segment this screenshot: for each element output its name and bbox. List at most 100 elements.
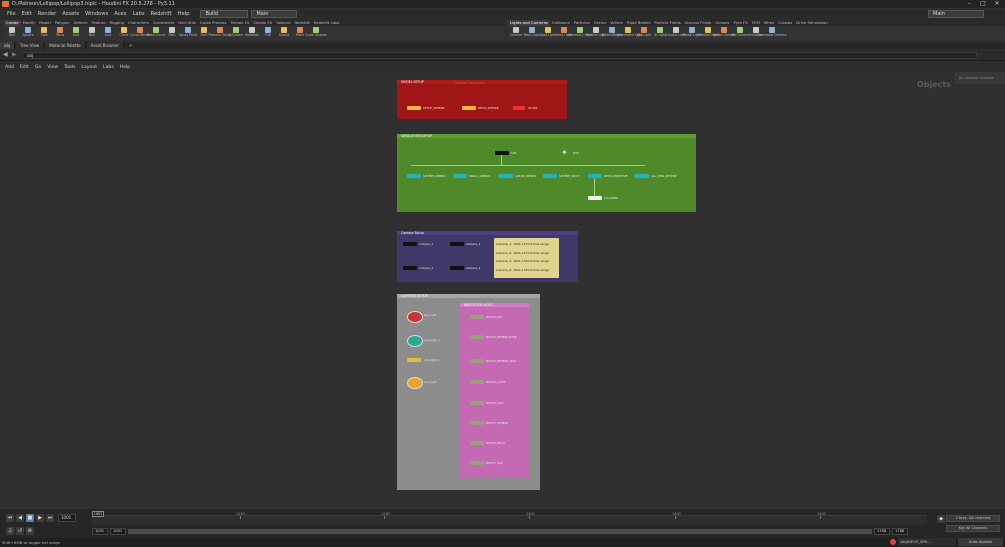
shelf-tool-gamepad-camera[interactable]: Gamepad Camera (758, 26, 787, 40)
menu-help[interactable]: Help (175, 9, 193, 19)
menu-aces[interactable]: Aces (111, 9, 129, 19)
range-start-field[interactable]: 1001 (92, 528, 108, 535)
node-collider[interactable] (588, 196, 602, 200)
pane-tab-obj[interactable]: obj (0, 42, 16, 49)
frame-marker[interactable]: 1001 (92, 511, 104, 517)
menu-file[interactable]: File (4, 9, 19, 19)
pane-tab-asset-browser[interactable]: Asset Browser (86, 42, 125, 49)
range-slider[interactable] (128, 529, 872, 534)
keys-channels-button[interactable]: 0 keys, 0/0 channels (946, 515, 1000, 522)
sun-light-icon[interactable] (407, 377, 423, 389)
play-icon[interactable]: ▶ (36, 514, 44, 522)
node-setup-sphere[interactable] (407, 106, 421, 110)
maximize-button[interactable]: □ (976, 0, 990, 8)
ne-menu-view[interactable]: View (44, 65, 61, 70)
context-select[interactable]: Main (251, 10, 298, 18)
rim-light-node[interactable] (407, 358, 421, 362)
netbox-match-for-light[interactable]: MATCH FOR LIGHT MATCH_KEY MATCH_SPHERE_B… (460, 303, 529, 477)
menu-redshift[interactable]: Redshift (148, 9, 175, 19)
shelf-tool-null[interactable]: Null (84, 26, 100, 40)
timeline-ruler[interactable]: 1001 1120 1200 1300 1400 1500 (92, 511, 927, 525)
match-node[interactable] (470, 380, 484, 384)
shelf-tool-camera[interactable]: Camera (508, 26, 524, 40)
node-sim[interactable] (495, 151, 509, 155)
shelf-tool-spot-light[interactable]: Spot Light (540, 26, 556, 40)
ne-menu-tools[interactable]: Tools (61, 65, 78, 70)
ne-menu-go[interactable]: Go (32, 65, 44, 70)
sticky-note[interactable]: Camera_1: 1001-1170 frame range Camera_2… (494, 238, 559, 278)
node-deco-primitive[interactable] (588, 174, 602, 178)
node-camera-1[interactable] (403, 242, 417, 246)
node-camera-3[interactable] (403, 266, 417, 270)
add-tab-icon[interactable]: + (125, 42, 136, 49)
shelf-tool-file[interactable]: File (260, 26, 276, 40)
ne-menu-edit[interactable]: Edit (17, 65, 32, 70)
forward-arrow-icon[interactable]: ▶ (12, 51, 17, 58)
menu-render[interactable]: Render (35, 9, 59, 19)
shelf-tool-sky-light[interactable]: Sky Light (636, 26, 652, 40)
shelf-tool-point-light[interactable]: Point Light (524, 26, 540, 40)
node-deco-sphere[interactable] (462, 106, 476, 110)
error-icon[interactable] (890, 539, 896, 545)
shelf-tool-tube[interactable]: Tube (36, 26, 52, 40)
shelf-tool-stereo-camera[interactable]: Stereo Camera (712, 26, 736, 40)
shelf-tool-platonic-solids[interactable]: Platonic Solids (208, 26, 232, 40)
key-icon[interactable]: ◆ (937, 515, 945, 523)
range-end-field-2[interactable]: 1788 (892, 528, 908, 535)
netbox-model-setup[interactable]: MODEL SETUP Render Geometry SETUP_SPHERE… (397, 80, 567, 119)
step-back-icon[interactable]: ◀ (16, 514, 24, 522)
shelf-tool-grid[interactable]: Grid (68, 26, 84, 40)
netbox-lighting-setup[interactable]: LIGHTING SETUP key_light env_light_1 rim… (397, 294, 540, 490)
match-node[interactable] (470, 335, 484, 339)
stop-icon[interactable]: ■ (26, 514, 34, 522)
env-light-icon[interactable] (407, 335, 423, 347)
node-camera-4[interactable] (450, 266, 464, 270)
node-store[interactable] (513, 106, 525, 110)
node-all-sims-sphere[interactable] (635, 174, 649, 178)
desktop-select[interactable]: Build (200, 10, 249, 18)
netbox-simulation-setup[interactable]: SIMULATION SETUP SIM ✦ DOP SPHERE_DEBRIS… (397, 134, 696, 212)
shelf-tool-torus[interactable]: Torus (52, 26, 68, 40)
ne-menu-add[interactable]: Add (2, 65, 17, 70)
ne-menu-labs[interactable]: Labs (100, 65, 117, 70)
key-light-icon[interactable] (407, 311, 423, 323)
match-node[interactable] (470, 461, 484, 465)
shelf-tool-sprout[interactable]: Sprout (276, 26, 292, 40)
minimize-button[interactable]: – (962, 0, 976, 8)
shelf-tool-quick-shapes[interactable]: Quick Shapes (305, 26, 327, 40)
range-end-field[interactable]: 1788 (874, 528, 890, 535)
menu-edit[interactable]: Edit (19, 9, 35, 19)
node-sphere-split[interactable] (543, 174, 557, 178)
menu-assets[interactable]: Assets (59, 9, 82, 19)
audio-icon[interactable]: ♫ (6, 527, 14, 535)
settings-icon[interactable]: ⚙ (26, 527, 34, 535)
ne-menu-help[interactable]: Help (117, 65, 133, 70)
node-camera-2[interactable] (450, 242, 464, 246)
node-sphere-debris[interactable] (407, 174, 421, 178)
shelf-tool-path[interactable]: Path (164, 26, 180, 40)
shelf-tool-l-system[interactable]: L-System (228, 26, 244, 40)
network-editor[interactable]: No Operator Selected Objects MODEL SETUP… (0, 72, 1005, 510)
pane-tab-tree-view[interactable]: Tree View (16, 42, 45, 49)
shelf-tool-metaball[interactable]: Metaball (244, 26, 260, 40)
back-arrow-icon[interactable]: ◀ (3, 51, 8, 58)
jump-end-icon[interactable]: ⏭ (46, 514, 54, 522)
right-context-select[interactable]: Main (928, 10, 984, 18)
shelf-tool-spray-paint[interactable]: Spray Paint (179, 26, 197, 40)
node-large-debris[interactable] (499, 174, 513, 178)
shelf-tool-caustic-light[interactable]: Caustic Light (666, 26, 686, 40)
key-all-channels-button[interactable]: Key All Channels (946, 525, 1000, 532)
shelf-tool-box[interactable]: Box (4, 26, 20, 40)
netbox-camera-setup[interactable]: Camera Setup Camera_1 Camera_2 Camera_3 … (397, 231, 578, 282)
match-node[interactable] (470, 441, 484, 445)
status-node-path[interactable]: /obj/DECO_SPH... (898, 538, 956, 546)
ne-menu-layout[interactable]: Layout (78, 65, 100, 70)
match-node[interactable] (470, 359, 484, 363)
match-node[interactable] (470, 401, 484, 405)
auto-update-button[interactable]: Auto Update (958, 538, 1003, 546)
menu-labs[interactable]: Labs (129, 9, 147, 19)
current-frame-field[interactable]: 1001 (58, 514, 76, 522)
match-node[interactable] (470, 421, 484, 425)
dop-network-icon[interactable]: ✦ (561, 148, 568, 157)
range-start-field-2[interactable]: 1001 (110, 528, 126, 535)
